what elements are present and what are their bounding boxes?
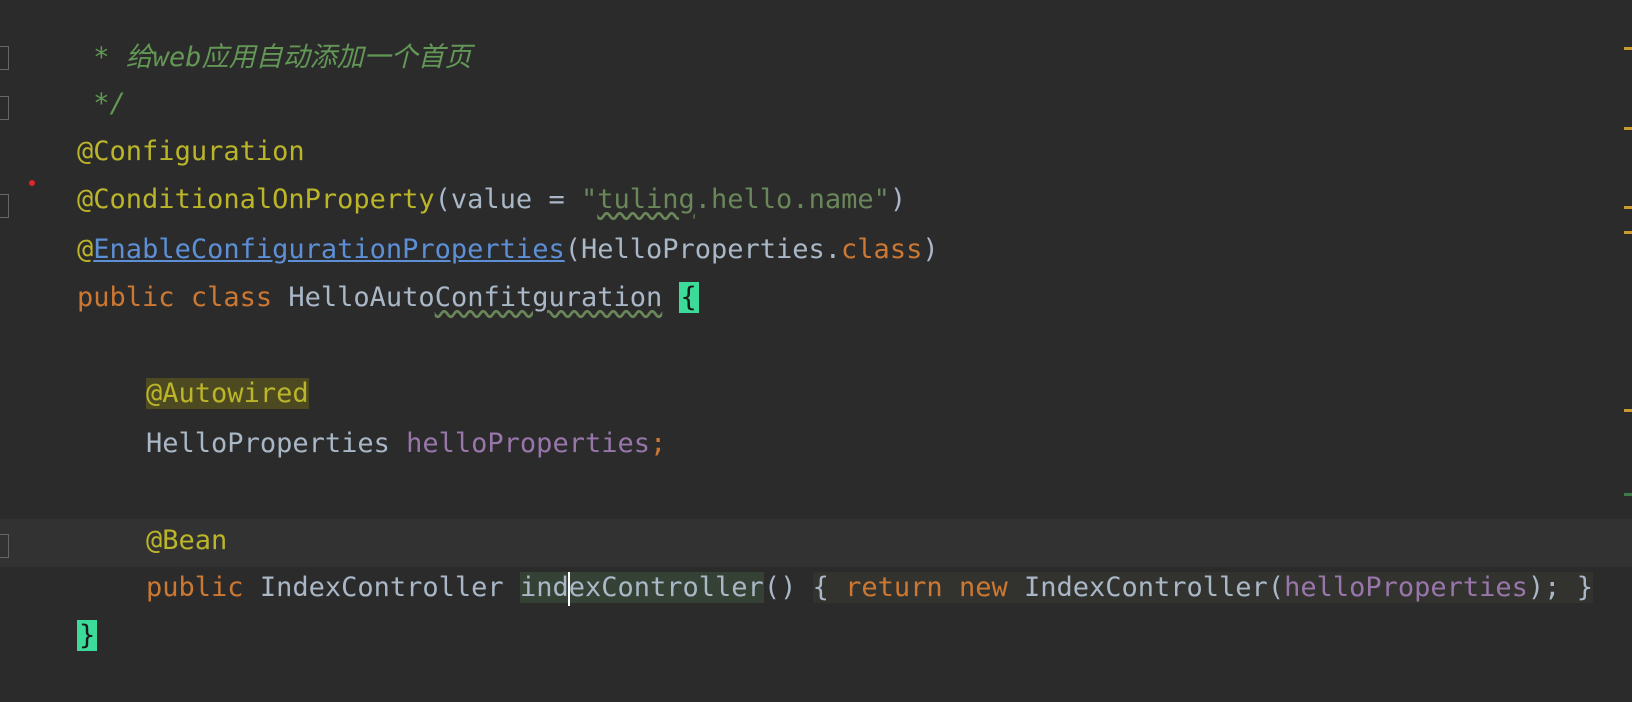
code-line-method: public IndexController indexController()… bbox=[12, 522, 1593, 606]
code-line-enable-config: @EnableConfigurationProperties(HelloProp… bbox=[12, 184, 939, 265]
class-name-part: HelloAuto bbox=[288, 282, 435, 313]
method-name[interactable]: indexController bbox=[519, 571, 764, 606]
method-name-part: ind bbox=[519, 572, 569, 603]
class-name-typo: Confitguration bbox=[434, 282, 663, 313]
code-line-class-decl: public class HelloAutoConfitguration { bbox=[12, 232, 699, 313]
keyword-class: class bbox=[841, 234, 923, 265]
method-open-brace[interactable]: { bbox=[812, 572, 829, 603]
code-line-configuration: @Configuration bbox=[12, 86, 305, 167]
method-parens: () bbox=[763, 572, 797, 603]
scroll-marker[interactable] bbox=[1624, 231, 1632, 234]
keyword-new: new bbox=[958, 572, 1008, 603]
enable-close: ) bbox=[922, 234, 939, 265]
scroll-marker[interactable] bbox=[1624, 127, 1632, 130]
method-close-brace[interactable]: } bbox=[1576, 572, 1593, 603]
field-type: HelloProperties bbox=[146, 428, 390, 459]
constructor-call: IndexController( bbox=[1023, 572, 1285, 603]
method-name-part: exController bbox=[568, 572, 764, 603]
field-semicolon: ; bbox=[649, 428, 667, 459]
code-line-comment: * 给web应用自动添加一个首页 bbox=[12, 0, 471, 73]
constructor-close: ); bbox=[1527, 572, 1561, 603]
keyword-class: class bbox=[190, 282, 273, 313]
fold-marker-icon[interactable] bbox=[0, 194, 9, 218]
keyword-public: public bbox=[146, 572, 244, 603]
code-line-field: HelloProperties helloProperties; bbox=[12, 378, 666, 459]
code-line-conditional: @ConditionalOnProperty(value = "tuling.h… bbox=[12, 134, 906, 215]
comment-text: * 给web应用自动添加一个首页 bbox=[77, 42, 472, 73]
fold-marker-icon[interactable] bbox=[0, 96, 9, 120]
matched-brace-open: { bbox=[678, 282, 699, 313]
code-line-autowired: @Autowired bbox=[12, 328, 309, 409]
scroll-marker[interactable] bbox=[1624, 47, 1632, 50]
fold-marker-icon[interactable] bbox=[0, 534, 9, 558]
scroll-marker[interactable] bbox=[1624, 409, 1632, 412]
keyword-public: public bbox=[77, 282, 175, 313]
field-name: helloProperties bbox=[406, 428, 650, 459]
fold-marker-icon[interactable] bbox=[0, 46, 9, 70]
constructor-arg: helloProperties bbox=[1284, 572, 1528, 603]
scroll-marker[interactable] bbox=[1624, 493, 1632, 496]
keyword-return: return bbox=[845, 572, 943, 603]
code-line-bean: @Bean bbox=[12, 475, 227, 556]
code-line-class-close: } bbox=[12, 570, 98, 651]
scroll-marker[interactable] bbox=[1624, 206, 1632, 209]
method-return-type: IndexController bbox=[259, 572, 504, 603]
code-line-comment-end: */ bbox=[12, 38, 126, 119]
matched-brace-close: } bbox=[77, 620, 98, 651]
code-editor[interactable]: * 给web应用自动添加一个首页 */ @Configuration @Cond… bbox=[0, 0, 1632, 651]
